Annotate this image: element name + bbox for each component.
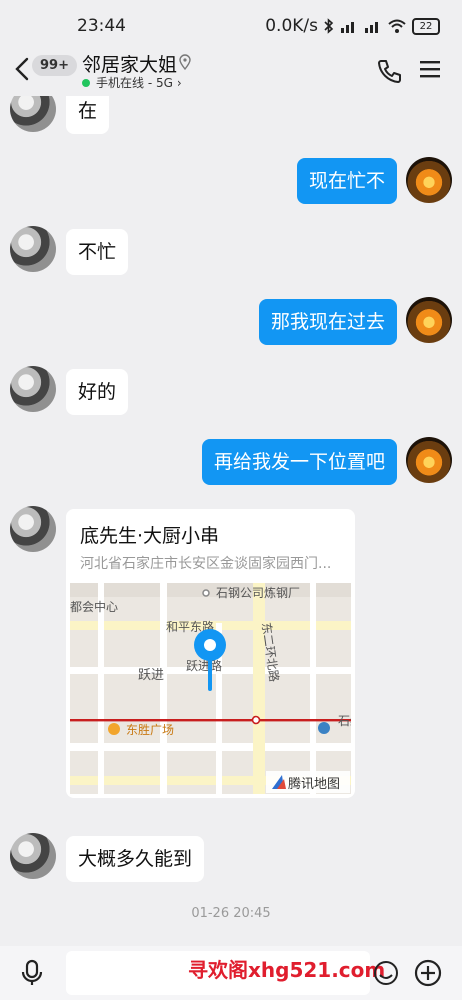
user-avatar[interactable] <box>406 297 452 343</box>
message-bubble[interactable]: 好的 <box>66 369 129 415</box>
contact-avatar[interactable] <box>10 96 56 132</box>
online-status[interactable]: 手机在线 - 5G › <box>82 74 182 91</box>
user-avatar[interactable] <box>406 157 452 203</box>
phone-icon[interactable] <box>376 58 402 84</box>
message-bubble[interactable]: 那我现在过去 <box>258 299 397 345</box>
status-bar: 23:44 0.0K/s 22 <box>0 0 462 48</box>
message-timestamp: 01-26 20:45 <box>191 906 271 921</box>
user-avatar[interactable] <box>406 437 452 483</box>
contact-avatar[interactable] <box>10 366 56 412</box>
signal-icon <box>341 22 354 33</box>
message-bubble[interactable]: 大概多久能到 <box>66 836 205 882</box>
location-map[interactable]: 石钢公司炼钢厂 都会中心 和平东路 东二环北路 跃进 跃进路 东胜广场 石纪 腾… <box>70 583 351 794</box>
map-label: 东胜广场 <box>126 722 174 737</box>
wifi-icon <box>388 19 406 33</box>
chevron-right-icon: › <box>176 75 182 90</box>
online-status-text: 手机在线 - 5G <box>96 76 173 90</box>
message-bubble[interactable]: 在 <box>66 96 110 134</box>
map-label: 都会中心 <box>70 599 118 614</box>
map-label: 跃进 <box>138 668 164 683</box>
contact-avatar[interactable] <box>10 833 56 879</box>
map-label: 跃进路 <box>186 658 222 673</box>
location-pin-icon <box>179 54 191 70</box>
clock: 23:44 <box>77 16 126 36</box>
plus-icon[interactable] <box>414 959 442 987</box>
input-bar: 寻欢阁xhg521.com <box>0 946 462 1000</box>
menu-icon[interactable] <box>419 59 441 79</box>
message-bubble[interactable]: 不忙 <box>66 229 129 275</box>
map-brand: 腾讯地图 <box>288 776 340 792</box>
chat-title[interactable]: 邻居家大姐 <box>82 50 177 77</box>
location-title: 底先生·大厨小串 <box>80 525 220 547</box>
watermark-text: 寻欢阁xhg521.com <box>188 958 386 982</box>
location-card[interactable]: 底先生·大厨小串 河北省石家庄市长安区金谈固家园西门... 石钢公司炼钢厂 都会… <box>66 509 355 798</box>
emoji-icon[interactable] <box>373 960 399 986</box>
back-arrow-icon[interactable] <box>12 56 34 82</box>
message-bubble[interactable]: 现在忙不 <box>296 158 397 204</box>
contact-avatar[interactable] <box>10 506 56 552</box>
bluetooth-icon <box>324 18 334 34</box>
message-list[interactable]: 在 现在忙不 不忙 那我现在过去 好的 再给我发一下位置吧 底先生·大厨小串 河… <box>0 96 462 946</box>
signal-icon-2 <box>365 22 378 33</box>
status-icons: 0.0K/s 22 <box>265 16 440 36</box>
message-bubble[interactable]: 再给我发一下位置吧 <box>201 439 397 485</box>
network-speed: 0.0K/s <box>265 16 318 36</box>
map-label: 石钢公司炼钢厂 <box>216 585 300 600</box>
online-dot <box>82 78 90 87</box>
microphone-icon[interactable] <box>20 959 44 987</box>
unread-badge[interactable]: 99+ <box>32 55 77 76</box>
contact-avatar[interactable] <box>10 226 56 272</box>
map-label: 石纪 <box>338 714 351 728</box>
battery-indicator: 22 <box>412 17 440 35</box>
chat-header: 99+ 邻居家大姐 手机在线 - 5G › <box>0 48 462 96</box>
location-address: 河北省石家庄市长安区金谈固家园西门... <box>80 556 332 572</box>
